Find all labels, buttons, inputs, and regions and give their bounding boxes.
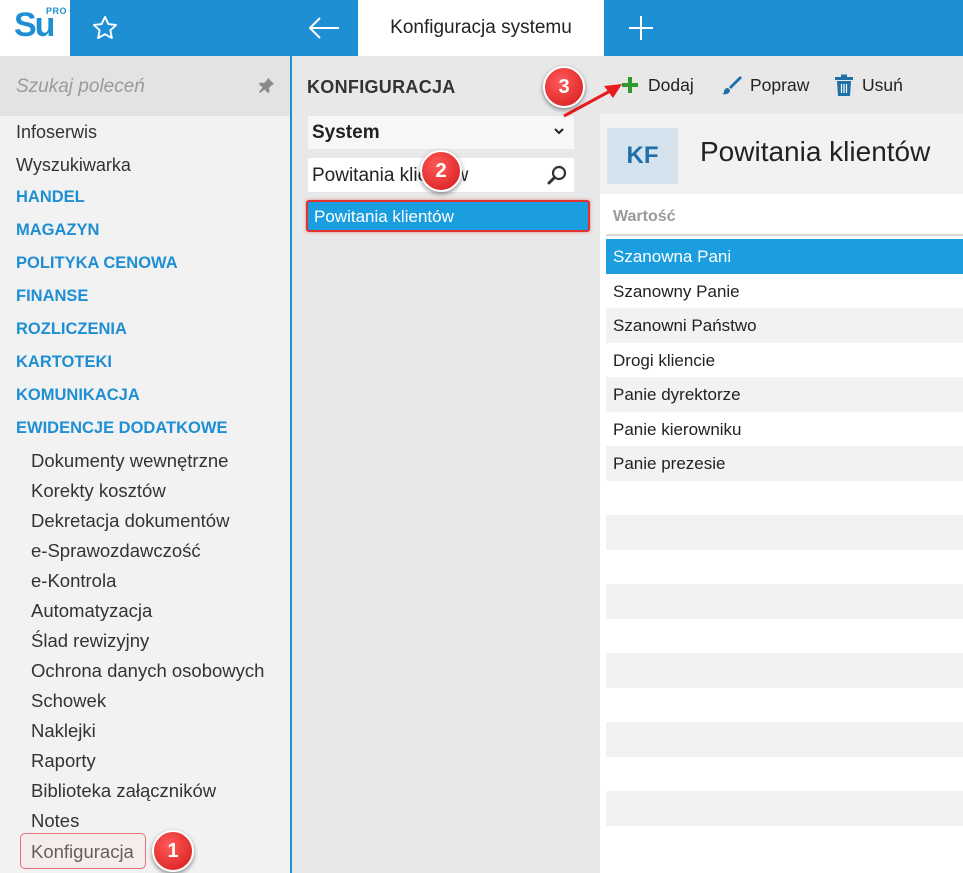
command-search-placeholder: Szukaj poleceń bbox=[16, 76, 145, 97]
empty-row bbox=[606, 688, 963, 723]
page-title: Powitania klientów bbox=[700, 136, 931, 167]
sidebar-item-raporty[interactable]: Raporty bbox=[31, 750, 96, 772]
plus-icon bbox=[629, 16, 653, 40]
chevron-down-icon bbox=[554, 128, 564, 135]
brush-icon bbox=[722, 76, 742, 95]
empty-row bbox=[606, 619, 963, 654]
column-header-label: Wartość bbox=[613, 208, 676, 225]
sidebar: Szukaj poleceń Infoserwis Wyszukiwarka H… bbox=[0, 56, 290, 873]
table-cell: Panie dyrektorze bbox=[613, 385, 741, 404]
table-row[interactable]: Panie prezesie bbox=[606, 446, 963, 481]
table-cell: Szanowny Panie bbox=[613, 281, 740, 301]
favorites-button[interactable] bbox=[70, 0, 140, 56]
empty-row bbox=[606, 584, 963, 619]
table-row[interactable]: Drogi kliencie bbox=[606, 343, 963, 378]
sidebar-section-rozliczenia[interactable]: ROZLICZENIA bbox=[16, 320, 127, 339]
list-item-label: Powitania klientów bbox=[314, 207, 454, 226]
top-bar: Su PRO Konfiguracja systemu bbox=[0, 0, 963, 56]
new-tab-button[interactable] bbox=[606, 0, 676, 56]
empty-row bbox=[606, 481, 963, 516]
column-header-wartosc[interactable]: Wartość bbox=[606, 200, 963, 236]
sidebar-item-schowek[interactable]: Schowek bbox=[31, 690, 106, 712]
sidebar-item-dekretacja-dokumentow[interactable]: Dekretacja dokumentów bbox=[31, 510, 229, 532]
annotation-badge-3: 3 bbox=[543, 66, 585, 108]
table-row[interactable]: Szanowny Panie bbox=[606, 274, 963, 309]
star-icon bbox=[92, 15, 118, 39]
tab-konfiguracja-systemu[interactable]: Konfiguracja systemu bbox=[358, 0, 604, 56]
annotation-badge-2: 2 bbox=[420, 150, 462, 192]
table-cell: Szanowna Pani bbox=[613, 247, 732, 266]
back-button[interactable] bbox=[292, 0, 356, 56]
sidebar-item-naklejki[interactable]: Naklejki bbox=[31, 720, 96, 742]
table-row[interactable]: Panie kierowniku bbox=[606, 412, 963, 447]
logo-pro-label: PRO bbox=[46, 6, 68, 16]
sidebar-section-polityka-cenowa[interactable]: POLITYKA CENOWA bbox=[16, 254, 178, 273]
sidebar-item-slad-rewizyjny[interactable]: Ślad rewizyjny bbox=[31, 630, 149, 652]
delete-button[interactable]: Usuń bbox=[834, 73, 903, 97]
table-row[interactable]: Szanowna Pani bbox=[606, 239, 963, 274]
module-badge: KF bbox=[607, 128, 678, 184]
delete-button-label: Usuń bbox=[862, 74, 903, 95]
table-row[interactable]: Szanowni Państwo bbox=[606, 308, 963, 343]
sidebar-section-finanse[interactable]: FINANSE bbox=[16, 287, 88, 306]
arrow-left-icon bbox=[308, 17, 339, 39]
sidebar-section-kartoteki[interactable]: KARTOTEKI bbox=[16, 353, 112, 372]
add-button[interactable]: Dodaj bbox=[620, 73, 694, 97]
edit-button-label: Popraw bbox=[750, 74, 810, 95]
sidebar-item-wyszukiwarka[interactable]: Wyszukiwarka bbox=[16, 155, 131, 176]
table-cell: Panie kierowniku bbox=[613, 419, 742, 439]
sidebar-item-e-kontrola[interactable]: e-Kontrola bbox=[31, 570, 116, 592]
trash-icon bbox=[835, 74, 853, 96]
edit-button[interactable]: Popraw bbox=[720, 73, 809, 97]
app-logo[interactable]: Su PRO bbox=[0, 0, 70, 56]
list-item-powitania-klientow[interactable]: Powitania klientów bbox=[306, 200, 590, 232]
sidebar-item-notes[interactable]: Notes bbox=[31, 810, 79, 832]
sidebar-section-handel[interactable]: HANDEL bbox=[16, 188, 85, 207]
empty-row bbox=[606, 791, 963, 826]
sidebar-item-biblioteka-zalacznikow[interactable]: Biblioteka załączników bbox=[31, 780, 216, 802]
empty-row bbox=[606, 826, 963, 861]
add-button-label: Dodaj bbox=[648, 74, 694, 95]
empty-row bbox=[606, 550, 963, 585]
sidebar-section-ewidencje-dodatkowe[interactable]: EWIDENCJE DODATKOWE bbox=[16, 419, 227, 438]
sidebar-item-ochrona-danych-osobowych[interactable]: Ochrona danych osobowych bbox=[31, 660, 264, 682]
sidebar-item-automatyzacja[interactable]: Automatyzacja bbox=[31, 600, 152, 622]
table-cell: Szanowni Państwo bbox=[613, 316, 757, 335]
empty-row bbox=[606, 515, 963, 550]
pin-icon[interactable] bbox=[256, 76, 276, 96]
empty-row bbox=[606, 722, 963, 757]
empty-row bbox=[606, 757, 963, 792]
table-cell: Panie prezesie bbox=[613, 454, 726, 473]
empty-row bbox=[606, 653, 963, 688]
category-select-value: System bbox=[312, 122, 380, 143]
annotation-badge-1: 1 bbox=[152, 830, 194, 872]
magnifier-icon[interactable] bbox=[546, 164, 568, 186]
command-search[interactable]: Szukaj poleceń bbox=[0, 56, 290, 116]
sidebar-item-infoserwis[interactable]: Infoserwis bbox=[16, 122, 97, 143]
category-select[interactable]: System bbox=[308, 116, 574, 149]
detail-header: KF Powitania klientów bbox=[600, 114, 963, 194]
toolbar: Dodaj Popraw Usuń bbox=[600, 56, 963, 114]
sidebar-item-e-sprawozdawczosc[interactable]: e-Sprawozdawczość bbox=[31, 540, 201, 562]
sidebar-section-magazyn[interactable]: MAGAZYN bbox=[16, 221, 99, 240]
detail-panel: Dodaj Popraw Usuń KF Powitania klientów … bbox=[600, 56, 963, 873]
table-row[interactable]: Panie dyrektorze bbox=[606, 377, 963, 412]
sidebar-item-dokumenty-wewnetrzne[interactable]: Dokumenty wewnętrzne bbox=[31, 450, 228, 472]
sidebar-section-komunikacja[interactable]: KOMUNIKACJA bbox=[16, 386, 140, 405]
konfiguracja-highlight bbox=[20, 833, 146, 869]
sidebar-item-korekty-kosztow[interactable]: Korekty kosztów bbox=[31, 480, 166, 502]
panel-title: KONFIGURACJA bbox=[307, 77, 456, 97]
table-cell: Drogi kliencie bbox=[613, 350, 716, 370]
